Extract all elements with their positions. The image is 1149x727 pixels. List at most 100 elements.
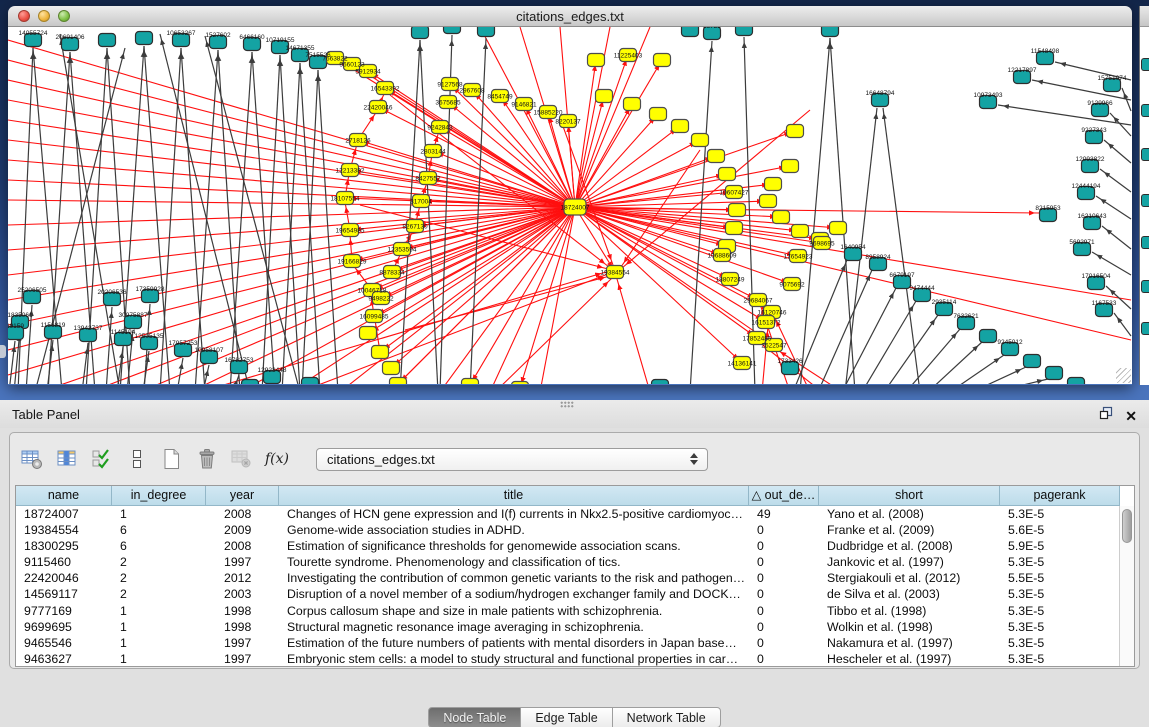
graph-node-label: 10973493 xyxy=(974,92,1003,99)
function-builder-button[interactable]: f(x) xyxy=(265,446,289,472)
graph-node[interactable] xyxy=(390,378,407,385)
graph-node-label: 20206536 xyxy=(98,289,127,296)
graph-node[interactable] xyxy=(773,211,790,224)
table-row[interactable]: 946362711997Embryonic stem cells: a mode… xyxy=(16,651,1134,667)
scrollbar-thumb[interactable] xyxy=(1122,509,1132,543)
graph-edge xyxy=(575,60,596,207)
graph-node[interactable] xyxy=(588,54,605,67)
graph-edge xyxy=(1092,252,1131,275)
graph-node[interactable] xyxy=(1068,378,1085,385)
graph-node[interactable] xyxy=(736,27,753,36)
graph-node[interactable] xyxy=(1141,148,1149,161)
graph-node[interactable] xyxy=(1141,58,1149,71)
graph-node-label: 15885220 xyxy=(534,110,563,117)
graph-node[interactable] xyxy=(682,27,699,37)
table-row[interactable]: 911546021997Tourette syndrome. Phenomeno… xyxy=(16,554,1134,570)
column-header-name[interactable]: name xyxy=(16,486,112,506)
table-row[interactable]: 977716911998Corpus callosum shape and si… xyxy=(16,603,1134,619)
graph-node[interactable] xyxy=(372,346,389,359)
graph-node[interactable] xyxy=(412,27,429,39)
zoom-window-button[interactable] xyxy=(58,10,70,22)
graph-node-label: 1156819 xyxy=(41,322,66,329)
graph-node-label: 1640954 xyxy=(840,244,866,251)
column-header-out_de[interactable]: △ out_de… xyxy=(749,486,819,506)
table-row[interactable]: 1830029562008Estimation of significance … xyxy=(16,538,1134,554)
graph-node[interactable] xyxy=(302,378,319,385)
new-table-button[interactable] xyxy=(160,446,184,472)
graph-node[interactable] xyxy=(444,27,461,34)
column-header-year[interactable]: year xyxy=(206,486,279,506)
table-settings-button[interactable] xyxy=(20,446,44,472)
close-window-button[interactable] xyxy=(18,10,30,22)
graph-node[interactable] xyxy=(512,382,529,385)
row-height-button[interactable] xyxy=(125,446,149,472)
graph-node[interactable] xyxy=(1141,280,1149,293)
minimize-window-button[interactable] xyxy=(38,10,50,22)
graph-node[interactable] xyxy=(692,134,709,147)
select-rows-button[interactable] xyxy=(90,446,114,472)
graph-node[interactable] xyxy=(787,125,804,138)
graph-node[interactable] xyxy=(650,108,667,121)
graph-node[interactable] xyxy=(462,379,479,385)
graph-node[interactable] xyxy=(1024,355,1041,368)
window-resize-grip[interactable] xyxy=(1116,368,1131,383)
table-row[interactable]: 2242004622012Investigating the contribut… xyxy=(16,570,1134,586)
graph-node[interactable] xyxy=(792,225,809,238)
column-header-title[interactable]: title xyxy=(279,486,749,506)
graph-node-label: 14055724 xyxy=(19,30,48,37)
graph-node[interactable] xyxy=(652,380,669,385)
delete-rows-button[interactable] xyxy=(195,446,219,472)
network-canvas[interactable]: 1405572420691406106532671527602646616010… xyxy=(8,27,1132,384)
table-row[interactable]: 1456911722003Disruption of a novel membe… xyxy=(16,586,1134,602)
table-row[interactable]: 969969511998Structural magnetic resonanc… xyxy=(16,619,1134,635)
split-pane-grip[interactable] xyxy=(560,401,574,408)
graph-node[interactable] xyxy=(1046,367,1063,380)
panel-collapse-handle[interactable] xyxy=(0,345,6,358)
column-header-short[interactable]: short xyxy=(819,486,1000,506)
graph-node[interactable] xyxy=(654,54,671,67)
graph-node-label: 30975887 xyxy=(119,312,148,319)
network-window-titlebar[interactable]: citations_edges.txt xyxy=(8,6,1132,27)
float-panel-icon[interactable] xyxy=(1099,406,1113,425)
column-header-pagerank[interactable]: pagerank xyxy=(1000,486,1120,506)
graph-node[interactable] xyxy=(980,330,997,343)
graph-node[interactable] xyxy=(242,380,259,385)
graph-node[interactable] xyxy=(136,32,153,45)
background-network-window[interactable] xyxy=(1139,6,1149,385)
graph-node[interactable] xyxy=(830,222,847,235)
graph-node[interactable] xyxy=(383,362,400,375)
graph-node[interactable] xyxy=(765,178,782,191)
graph-edge xyxy=(883,108,920,384)
graph-node[interactable] xyxy=(596,90,613,103)
table-row[interactable]: 946554611997Estimation of the future num… xyxy=(16,635,1134,651)
graph-node[interactable] xyxy=(99,34,116,47)
graph-node[interactable] xyxy=(726,222,743,235)
graph-node[interactable] xyxy=(1141,322,1149,335)
show-columns-button[interactable] xyxy=(55,446,79,472)
table-toolbar: f(x) citations_edges.txt xyxy=(20,439,708,479)
table-vertical-scrollbar[interactable] xyxy=(1119,506,1134,666)
graph-edge xyxy=(994,379,1048,384)
tab-node-table[interactable]: Node Table xyxy=(428,707,521,727)
graph-node[interactable] xyxy=(782,160,799,173)
table-select-dropdown[interactable]: citations_edges.txt xyxy=(316,448,708,471)
graph-node[interactable] xyxy=(729,204,746,217)
graph-node[interactable] xyxy=(672,120,689,133)
close-panel-icon[interactable]: ✕ xyxy=(1125,409,1137,423)
graph-node-label: 55723 xyxy=(703,27,721,30)
graph-node[interactable] xyxy=(719,168,736,181)
graph-node[interactable] xyxy=(1141,236,1149,249)
graph-node[interactable] xyxy=(1141,104,1149,117)
graph-node[interactable] xyxy=(1141,194,1149,207)
graph-node[interactable] xyxy=(822,27,839,37)
column-header-in_degree[interactable]: in_degree xyxy=(112,486,206,506)
tab-edge-table[interactable]: Edge Table xyxy=(521,707,612,727)
table-row[interactable]: 1938455462009Genome-wide association stu… xyxy=(16,522,1134,538)
table-row[interactable]: 1872400712008Changes of HCN gene express… xyxy=(16,506,1134,522)
graph-node[interactable] xyxy=(478,27,495,37)
graph-node[interactable] xyxy=(624,98,641,111)
graph-node[interactable] xyxy=(760,195,777,208)
graph-node[interactable] xyxy=(360,327,377,340)
tab-network-table[interactable]: Network Table xyxy=(613,707,721,727)
graph-node[interactable] xyxy=(708,150,725,163)
